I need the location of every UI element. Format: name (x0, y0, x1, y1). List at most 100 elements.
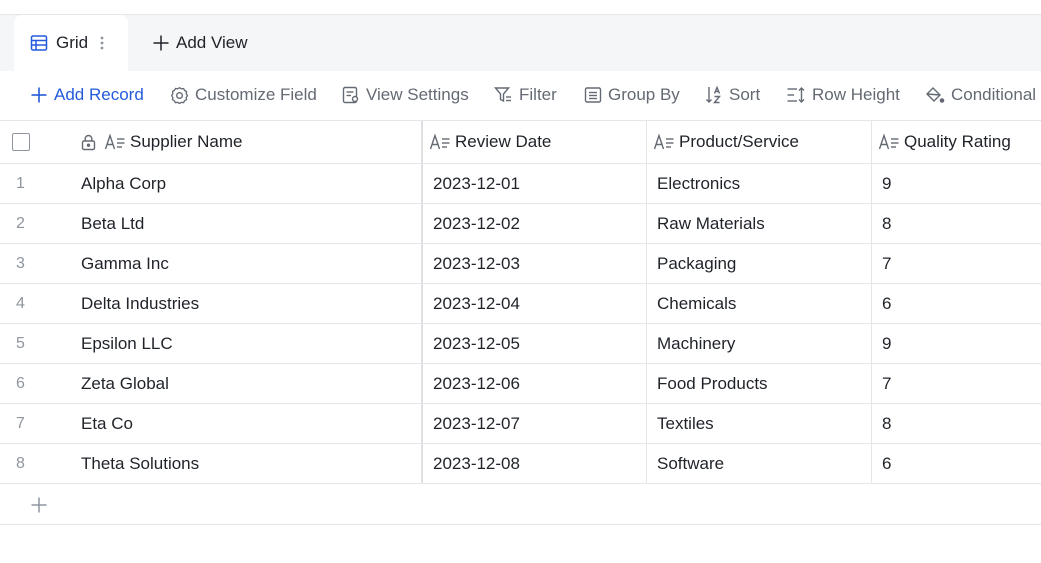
sort-button[interactable]: Sort (705, 71, 760, 119)
row-number-cell: 3 (0, 244, 82, 283)
row-number: 8 (16, 454, 25, 472)
supplier-name-cell[interactable]: Delta Industries (81, 284, 421, 323)
view-tab-bar: Grid Add View (0, 15, 1041, 71)
conditional-label: Conditional (951, 85, 1037, 104)
sort-label: Sort (729, 85, 761, 104)
product-service-cell[interactable]: Food Products (646, 364, 871, 403)
grid-table-icon (30, 34, 48, 52)
supplier-name-cell[interactable]: Gamma Inc (81, 244, 421, 283)
column-header-label: Review Date (455, 132, 552, 151)
row-height-label: Row Height (812, 85, 900, 104)
review-date-cell[interactable]: 2023-12-05 (421, 324, 646, 363)
product-service-cell[interactable]: Packaging (646, 244, 871, 283)
supplier-name-cell[interactable]: Epsilon LLC (81, 324, 421, 363)
column-header-supplier-name[interactable]: Supplier Name (81, 121, 421, 163)
column-header-quality-rating[interactable]: Quality Rating (871, 121, 1041, 163)
grid-header-row: Supplier Name Review Date Product/Servic… (0, 120, 1041, 164)
row-number: 6 (16, 374, 25, 392)
plus-icon (152, 34, 170, 52)
review-date-cell[interactable]: 2023-12-08 (421, 444, 646, 483)
text-field-icon (104, 134, 126, 150)
text-field-icon (429, 134, 451, 150)
tab-grid-label: Grid (56, 33, 89, 52)
supplier-name-cell[interactable]: Eta Co (81, 404, 421, 443)
quality-rating-cell[interactable]: 9 (871, 164, 1041, 203)
customize-field-button[interactable]: Customize Field (170, 71, 317, 119)
supplier-name-cell[interactable]: Beta Ltd (81, 204, 421, 243)
supplier-name-cell[interactable]: Alpha Corp (81, 164, 421, 203)
filter-button[interactable]: Filter (494, 71, 557, 119)
row-number: 1 (16, 174, 25, 192)
plus-icon (30, 496, 48, 514)
review-date-cell[interactable]: 2023-12-03 (421, 244, 646, 283)
row-number: 5 (16, 334, 25, 352)
view-settings-button[interactable]: View Settings (342, 71, 469, 119)
review-date-cell[interactable]: 2023-12-07 (421, 404, 646, 443)
column-header-label: Quality Rating (904, 132, 1011, 151)
row-number: 7 (16, 414, 25, 432)
add-record-label: Add Record (54, 85, 144, 104)
paint-bucket-icon (925, 86, 945, 105)
text-field-icon (878, 134, 900, 150)
row-number-cell: 8 (0, 444, 82, 483)
table-row[interactable]: 7 Eta Co 2023-12-07 Textiles 8 (0, 404, 1041, 444)
row-number: 4 (16, 294, 25, 312)
column-header-label: Supplier Name (130, 132, 243, 151)
product-service-cell[interactable]: Raw Materials (646, 204, 871, 243)
quality-rating-cell[interactable]: 8 (871, 404, 1041, 443)
column-header-product-service[interactable]: Product/Service (646, 121, 871, 163)
row-number-cell: 6 (0, 364, 82, 403)
toolbar: Add Record Customize Field View Settings (0, 71, 1041, 119)
column-header-review-date[interactable]: Review Date (421, 121, 646, 163)
column-header-label: Product/Service (679, 132, 799, 151)
lock-icon (81, 134, 96, 151)
sort-icon (705, 85, 723, 105)
supplier-name-cell[interactable]: Theta Solutions (81, 444, 421, 483)
quality-rating-cell[interactable]: 8 (871, 204, 1041, 243)
product-service-cell[interactable]: Machinery (646, 324, 871, 363)
row-number: 2 (16, 214, 25, 232)
product-service-cell[interactable]: Software (646, 444, 871, 483)
review-date-cell[interactable]: 2023-12-01 (421, 164, 646, 203)
table-row[interactable]: 1 Alpha Corp 2023-12-01 Electronics 9 (0, 164, 1041, 204)
table-row[interactable]: 6 Zeta Global 2023-12-06 Food Products 7 (0, 364, 1041, 404)
plus-icon (30, 86, 48, 104)
review-date-cell[interactable]: 2023-12-04 (421, 284, 646, 323)
add-view-label: Add View (176, 33, 248, 52)
quality-rating-cell[interactable]: 7 (871, 244, 1041, 283)
row-number-cell: 5 (0, 324, 82, 363)
review-date-cell[interactable]: 2023-12-06 (421, 364, 646, 403)
group-by-button[interactable]: Group By (584, 71, 680, 119)
select-all-cell (0, 121, 82, 163)
product-service-cell[interactable]: Chemicals (646, 284, 871, 323)
select-all-checkbox[interactable] (11, 133, 30, 151)
table-row[interactable]: 2 Beta Ltd 2023-12-02 Raw Materials 8 (0, 204, 1041, 244)
customize-field-label: Customize Field (195, 85, 317, 104)
group-by-icon (584, 86, 602, 104)
row-number-cell: 7 (0, 404, 82, 443)
row-number-cell: 2 (0, 204, 82, 243)
row-height-button[interactable]: Row Height (786, 71, 900, 119)
conditional-formatting-button[interactable]: Conditional (925, 71, 1036, 119)
row-number-cell: 1 (0, 164, 82, 203)
product-service-cell[interactable]: Textiles (646, 404, 871, 443)
supplier-name-cell[interactable]: Zeta Global (81, 364, 421, 403)
product-service-cell[interactable]: Electronics (646, 164, 871, 203)
row-number-cell: 4 (0, 284, 82, 323)
more-vertical-icon[interactable] (100, 35, 104, 51)
view-settings-icon (342, 86, 360, 104)
add-view-button[interactable]: Add View (152, 15, 248, 71)
table-row[interactable]: 4 Delta Industries 2023-12-04 Chemicals … (0, 284, 1041, 324)
add-row-button[interactable] (0, 485, 1041, 525)
quality-rating-cell[interactable]: 9 (871, 324, 1041, 363)
quality-rating-cell[interactable]: 7 (871, 364, 1041, 403)
add-record-button[interactable]: Add Record (30, 71, 144, 119)
quality-rating-cell[interactable]: 6 (871, 284, 1041, 323)
review-date-cell[interactable]: 2023-12-02 (421, 204, 646, 243)
group-by-label: Group By (608, 85, 680, 104)
tab-grid-view[interactable]: Grid (14, 15, 128, 71)
table-row[interactable]: 5 Epsilon LLC 2023-12-05 Machinery 9 (0, 324, 1041, 364)
table-row[interactable]: 3 Gamma Inc 2023-12-03 Packaging 7 (0, 244, 1041, 284)
quality-rating-cell[interactable]: 6 (871, 444, 1041, 483)
table-row[interactable]: 8 Theta Solutions 2023-12-08 Software 6 (0, 444, 1041, 484)
